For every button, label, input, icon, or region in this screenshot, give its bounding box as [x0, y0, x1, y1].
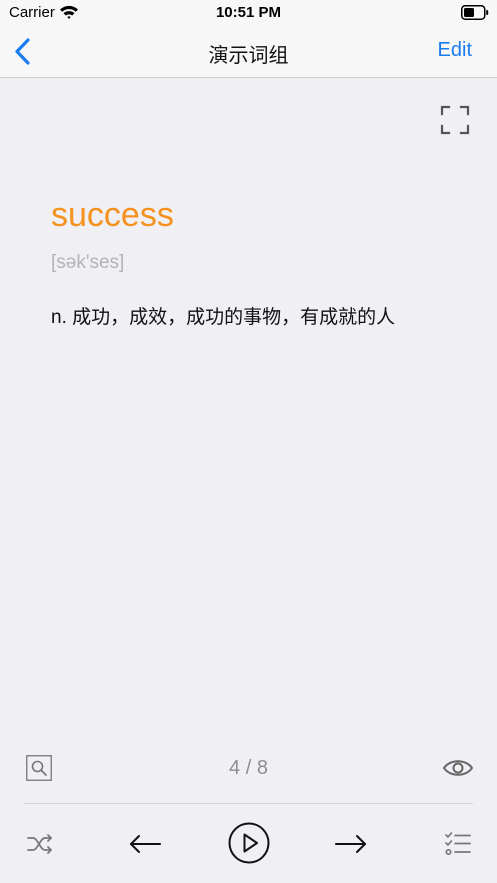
navigation-bar: 演示词组 Edit — [0, 26, 497, 78]
fullscreen-icon[interactable] — [440, 105, 470, 135]
battery-icon — [461, 5, 489, 20]
page-counter: 4 / 8 — [229, 757, 268, 779]
toolbar-divider — [24, 803, 473, 804]
word-text: success — [51, 196, 174, 234]
clock: 10:51 PM — [215, 4, 282, 21]
eye-icon[interactable] — [442, 756, 474, 780]
status-bar: Carrier 10:51 PM — [0, 0, 497, 26]
phonetic-text: [sək'ses] — [51, 252, 125, 273]
edit-button[interactable]: Edit — [438, 39, 472, 62]
checklist-icon[interactable] — [444, 831, 472, 857]
play-icon[interactable] — [228, 822, 270, 864]
shuffle-icon[interactable] — [26, 832, 54, 856]
definition-text: n. 成功，成效，成功的事物，有成就的人 — [51, 307, 396, 328]
arrow-right-icon[interactable] — [334, 830, 368, 858]
arrow-left-icon[interactable] — [128, 830, 162, 858]
page-title: 演示词组 — [208, 45, 289, 67]
